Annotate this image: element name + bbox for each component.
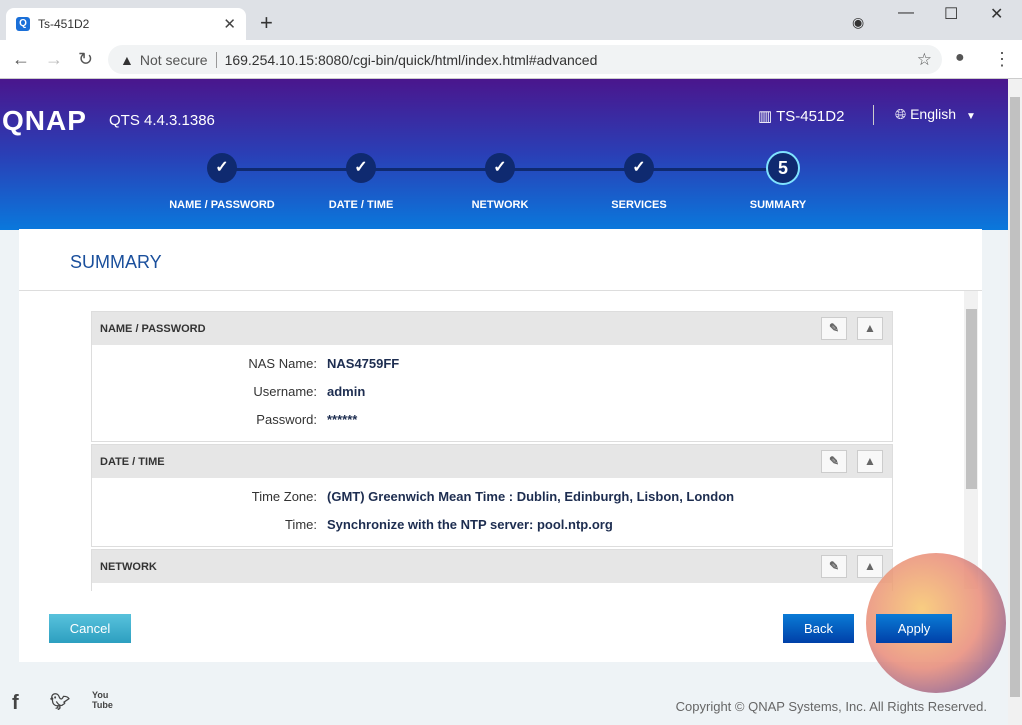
summary-row: Username: admin — [253, 383, 366, 399]
cancel-button[interactable]: Cancel — [49, 614, 131, 643]
tab-title: Ts-451D2 — [38, 17, 90, 31]
collapse-chevron-icon[interactable]: ▲ — [857, 555, 883, 578]
summary-scrollbar[interactable] — [964, 291, 978, 589]
profile-icon[interactable]: ● — [955, 49, 965, 67]
language-selector[interactable]: 🌐︎ English ▼ — [895, 106, 976, 123]
step-1-done: ✓ — [207, 153, 237, 183]
facebook-icon[interactable]: f — [12, 692, 19, 715]
forward-icon[interactable]: → — [45, 49, 63, 70]
close-tab-icon[interactable]: ✕ — [223, 15, 236, 33]
new-tab-icon[interactable]: + — [260, 10, 273, 36]
twitter-icon[interactable]: 🐦︎ — [50, 692, 70, 712]
summary-row: NAS Name: NAS4759FF — [248, 355, 400, 371]
copyright: Copyright © QNAP Systems, Inc. All Right… — [675, 699, 987, 714]
step-label: NAME / PASSWORD — [169, 199, 275, 211]
url-input[interactable]: ▲ Not secure 169.254.10.15:8080/cgi-bin/qu… — [108, 45, 942, 74]
section-network: NETWORK ✎ ▲ — [91, 549, 893, 591]
close-window-icon[interactable]: ✕ — [990, 4, 1003, 24]
edit-pencil-icon[interactable]: ✎ — [821, 555, 847, 578]
step-label: SERVICES — [611, 199, 667, 211]
section-title: NAME / PASSWORD — [100, 322, 206, 335]
summary-row: Password: ****** — [256, 411, 358, 427]
maximize-icon[interactable]: ☐ — [944, 4, 958, 24]
collapse-chevron-icon[interactable]: ▲ — [857, 317, 883, 340]
step-4-done: ✓ — [624, 153, 654, 183]
minimize-icon[interactable]: — — [898, 4, 914, 22]
wizard-header: QNAP QTS 4.4.3.1386 ▥ TS-451D2 🌐︎ Englis… — [0, 79, 1008, 230]
back-button[interactable]: Back — [783, 614, 854, 643]
nas-icon: ▥ — [758, 108, 777, 125]
step-5-current: 5 — [766, 151, 800, 185]
edit-pencil-icon[interactable]: ✎ — [821, 317, 847, 340]
media-icon[interactable]: ◉ — [852, 14, 864, 31]
globe-icon: 🌐︎ — [895, 106, 911, 122]
summary-card: SUMMARY NAME / PASSWORD ✎ ▲ NAS Name: NAS47… — [19, 229, 982, 662]
youtube-icon[interactable]: You Tube — [92, 690, 114, 710]
step-label: SUMMARY — [749, 199, 807, 211]
divider — [873, 105, 874, 125]
footer: f 🐦︎ You Tube Copyright © QNAP Systems, … — [0, 680, 1008, 725]
address-bar: ← → ↻ ▲ Not secure 169.254.10.15:8080/cgi-… — [0, 40, 1022, 79]
step-label: NETWORK — [471, 199, 529, 211]
qnap-logo: QNAP — [2, 105, 87, 136]
step-2-done: ✓ — [346, 153, 376, 183]
summary-row: Time: Synchronize with the NTP server: po… — [284, 516, 613, 532]
warning-icon: ▲ — [120, 51, 134, 68]
menu-icon[interactable]: ⋮ — [993, 49, 1011, 70]
qts-version: QTS 4.4.3.1386 — [109, 112, 215, 129]
page-scrollbar[interactable] — [1008, 79, 1022, 725]
section-date-time: DATE / TIME ✎ ▲ Time Zone: (GMT) Greenwich … — [91, 444, 893, 547]
device-model: ▥ TS-451D2 — [758, 108, 845, 125]
collapse-chevron-icon[interactable]: ▲ — [857, 450, 883, 473]
chevron-down-icon: ▼ — [966, 111, 976, 122]
browser-tab[interactable]: Q Ts-451D2 ✕ — [6, 8, 246, 40]
url-text: 169.254.10.15:8080/cgi-bin/quick/html/in… — [224, 51, 598, 68]
tab-bar: Q Ts-451D2 ✕ + ◉ — ☐ ✕ — [0, 0, 1022, 40]
qnap-favicon: Q — [16, 17, 30, 31]
bookmark-star-icon[interactable]: ☆ — [917, 50, 932, 70]
section-title: NETWORK — [100, 560, 157, 573]
step-3-done: ✓ — [485, 153, 515, 183]
page-title: SUMMARY — [70, 252, 162, 272]
not-secure-label[interactable]: Not secure — [140, 51, 217, 68]
reload-icon[interactable]: ↻ — [78, 49, 93, 70]
summary-row: Time Zone: (GMT) Greenwich Mean Time : Du… — [251, 488, 735, 504]
apply-button[interactable]: Apply — [876, 614, 952, 643]
step-label: DATE / TIME — [328, 199, 394, 211]
summary-scroll-area: NAME / PASSWORD ✎ ▲ NAS Name: NAS4759FF Use… — [19, 291, 982, 591]
edit-pencil-icon[interactable]: ✎ — [821, 450, 847, 473]
section-name-password: NAME / PASSWORD ✎ ▲ NAS Name: NAS4759FF Use… — [91, 311, 893, 442]
section-title: DATE / TIME — [100, 455, 165, 468]
back-icon[interactable]: ← — [12, 49, 30, 70]
